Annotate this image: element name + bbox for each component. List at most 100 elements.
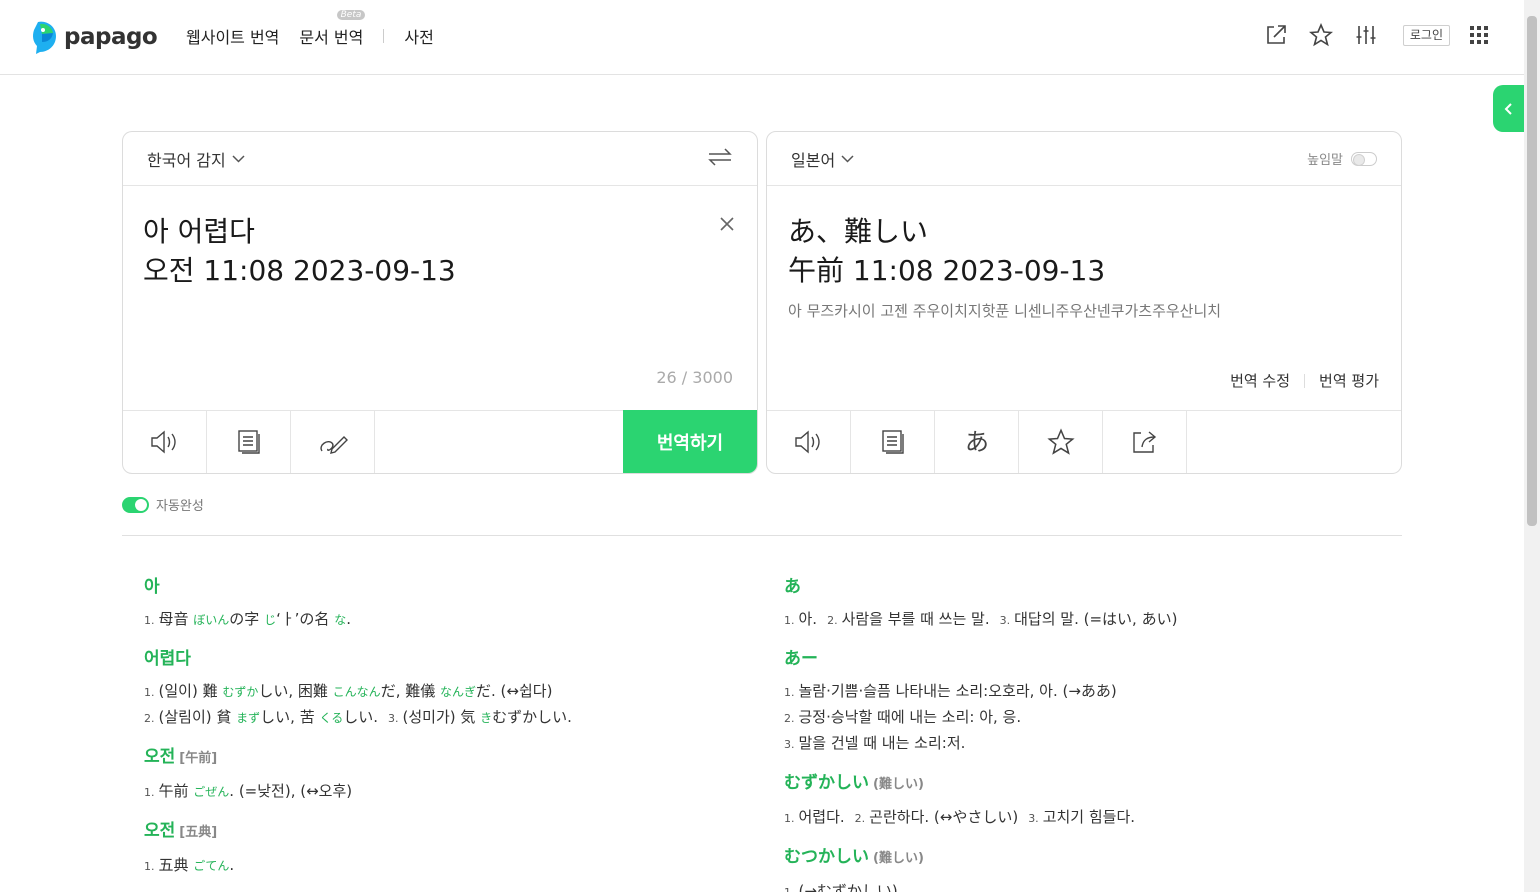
honorific-switch[interactable] (1351, 151, 1377, 166)
chevron-down-icon (841, 154, 854, 163)
entry-headword[interactable]: むずかしい (難しい) (784, 771, 1384, 797)
svg-text:あ: あ (965, 428, 989, 456)
chevron-down-icon (232, 154, 245, 163)
dictionary-source-column: 아 1. 母音 ぼいんの字 じ‘ㅏ’の名 な. 어렵다 1. (일이) 難 むずかしい, … (144, 575, 744, 892)
dictionary-target-column: あ 1. 아. 2. 사람을 부를 때 쓰는 말. 3. 대답의 말. (=はい, あい) あ… (784, 575, 1384, 892)
clear-text-icon[interactable] (717, 214, 737, 234)
definition-text: 어렵다. (798, 808, 845, 826)
definition-text: . (229, 856, 235, 874)
chevron-left-icon (1504, 102, 1512, 115)
autocomplete-switch[interactable] (122, 496, 149, 513)
external-link-icon[interactable] (1263, 22, 1289, 48)
furigana-reading: くる (319, 711, 344, 725)
share-icon (1132, 431, 1156, 453)
phonetic-button[interactable]: あ (935, 411, 1019, 473)
definition-line: 1. 어렵다. 2. 곤란하다. (↔やさしい) 3. 고치기 힘들다. (784, 805, 1384, 831)
speaker-icon (794, 430, 820, 454)
definition-line: 1. 母音 ぼいんの字 じ‘ㅏ’の名 な. (144, 607, 744, 633)
entry-headword[interactable]: 어렵다 (144, 647, 744, 671)
definition-line: 2. (살림이) 貧 まずしい, 苦 くるしい. 3. (성미가) 気 きむずかしい. (144, 705, 744, 731)
entry-headword[interactable]: むつかしい (難しい) (784, 845, 1384, 871)
favorite-star-icon[interactable] (1308, 22, 1334, 48)
headword-text[interactable]: 어렵다 (144, 649, 191, 669)
definition-text: だ. (↔쉽다) (476, 682, 553, 700)
target-panel-header: 일본어 높임말 (767, 132, 1401, 186)
definition-number: 2. (854, 812, 866, 825)
source-listen-button[interactable] (123, 411, 207, 473)
entry-headword[interactable]: あー (784, 647, 1384, 671)
entry-headword[interactable]: 오전 [五典] (144, 819, 744, 845)
swap-languages-icon[interactable] (707, 147, 733, 171)
target-listen-button[interactable] (767, 411, 851, 473)
definition-text: 대답의 말. (=はい, あい) (1014, 610, 1178, 628)
definition-line: 1. 아. 2. 사람을 부를 때 쓰는 말. 3. 대답의 말. (=はい, あい) (784, 607, 1384, 633)
definition-line: 1.(→むずかしい) (784, 879, 1384, 892)
definition-text: 곤란하다. (↔やさしい) (869, 808, 1019, 826)
autocomplete-label: 자동완성 (156, 499, 204, 514)
link-divider (1304, 373, 1306, 388)
papago-bird-icon (33, 21, 56, 54)
handwriting-button[interactable] (291, 411, 375, 473)
papago-logo[interactable]: papago (32, 20, 158, 54)
page-scrollbar[interactable] (1524, 0, 1540, 892)
definition-text: 五典 (158, 856, 194, 874)
source-text-line1: 아 어렵다 (143, 215, 255, 248)
speaker-icon (150, 430, 176, 454)
nav-dictionary[interactable]: 사전 (404, 24, 433, 48)
definition-text: 아. (798, 610, 818, 628)
definition-text: 午前 (158, 782, 194, 800)
headword-text[interactable]: 아 (144, 577, 160, 597)
login-button[interactable]: 로그인 (1402, 24, 1450, 46)
target-panel: 일본어 높임말 あ、難しい 午前 11:08 2023-09-13 아 무즈카시… (766, 131, 1402, 474)
save-favorite-button[interactable] (1019, 411, 1103, 473)
nav-document-label: 문서 번역 (299, 28, 364, 47)
definition-line: 1. 놀람·기쁨·슬픔 나타내는 소리:오호라, 아. (→ああ) (784, 679, 1384, 705)
handwriting-pen-icon (319, 436, 348, 454)
definition-text: 사람을 부를 때 쓰는 말. (841, 610, 990, 628)
hiragana-a-icon: あ (965, 428, 989, 456)
share-button[interactable] (1103, 411, 1187, 473)
headword-text[interactable]: あ (784, 577, 801, 597)
edit-translation-link[interactable]: 번역 수정 (1230, 370, 1290, 391)
source-text-input[interactable]: 아 어렵다 오전 11:08 2023-09-13 (143, 212, 456, 290)
headword-text[interactable]: むずかしい (784, 773, 869, 793)
source-copy-button[interactable] (207, 411, 291, 473)
nav-website-translation[interactable]: 웹사이트 번역 (186, 24, 279, 48)
autocomplete-toggle[interactable]: 자동완성 (122, 495, 204, 514)
translated-text: あ、難しい 午前 11:08 2023-09-13 (788, 212, 1105, 290)
source-language-select[interactable]: 한국어 감지 (147, 147, 245, 171)
headword-text[interactable]: あー (784, 649, 818, 669)
definition-number: 1. (784, 812, 795, 825)
dictionary-entry: 아 1. 母音 ぼいんの字 じ‘ㅏ’の名 な. (144, 575, 744, 633)
entry-headword[interactable]: 아 (144, 575, 744, 599)
translate-button[interactable]: 번역하기 (623, 410, 757, 473)
dictionary-entry: むずかしい (難しい) 1. 어렵다. 2. 곤란하다. (↔やさしい) 3. 고치기 힘들다… (784, 771, 1384, 831)
furigana-reading: き (480, 711, 493, 725)
side-panel-toggle[interactable] (1493, 85, 1524, 132)
definition-text: だ, 難儀 (380, 682, 440, 700)
header-actions: 로그인 (1244, 22, 1492, 48)
entry-headword[interactable]: あ (784, 575, 1384, 599)
settings-sliders-icon[interactable] (1353, 22, 1379, 48)
furigana-reading: ごぜん (193, 785, 230, 799)
target-language-select[interactable]: 일본어 (791, 147, 854, 171)
headword-text[interactable]: むつかしい (784, 847, 869, 867)
entry-headword[interactable]: 오전 [午前] (144, 745, 744, 771)
definition-text: (일이) 難 (158, 682, 223, 700)
pronunciation-text: 아 무즈카시이 고젠 주우이치지핫푼 니센니주우산넨쿠가츠주우산니치 (788, 302, 1222, 320)
apps-grid-icon[interactable] (1466, 22, 1492, 48)
headword-text[interactable]: 오전 (144, 821, 175, 841)
definition-number: 2. (827, 614, 838, 627)
furigana-reading: なんぎ (440, 685, 477, 699)
scrollbar-thumb[interactable] (1527, 16, 1537, 526)
definition-text: 말을 건넬 때 내는 소리:저. (798, 734, 966, 752)
honorific-toggle[interactable]: 높임말 (1307, 149, 1377, 168)
headword-text[interactable]: 오전 (144, 747, 175, 767)
source-panel: 한국어 감지 아 어렵다 오전 11:08 2023-09-13 26 / 30… (122, 131, 758, 474)
furigana-reading: まず (236, 711, 261, 725)
target-copy-button[interactable] (851, 411, 935, 473)
definition-number: 3. (1028, 812, 1039, 825)
nav-document-translation[interactable]: 문서 번역 Beta (299, 10, 366, 48)
definition-text: ‘ㅏ’の名 (276, 610, 335, 628)
rate-translation-link[interactable]: 번역 평가 (1319, 370, 1379, 391)
